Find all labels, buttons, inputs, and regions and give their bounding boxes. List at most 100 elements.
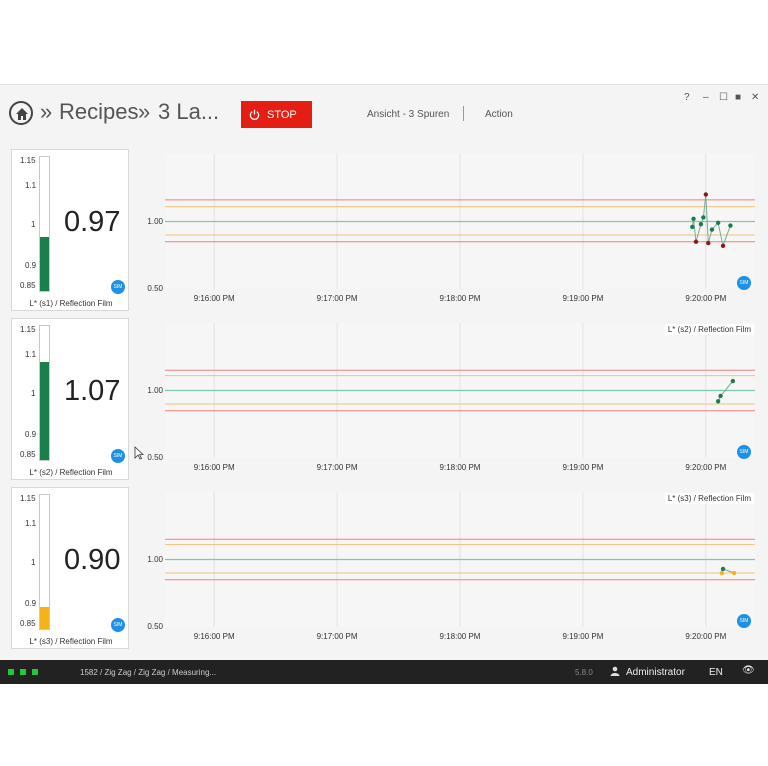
sim-badge[interactable]: SIM bbox=[737, 614, 751, 628]
home-icon[interactable] bbox=[9, 101, 33, 125]
gauge-label: L* (s1) / Reflection Film bbox=[29, 299, 113, 308]
gauge-bar bbox=[39, 156, 50, 292]
gauge-value: 0.90 bbox=[64, 544, 121, 576]
breadcrumb-separator: » bbox=[40, 99, 53, 124]
gauge-tick: 1.15 bbox=[20, 325, 36, 334]
data-point bbox=[731, 570, 737, 576]
sim-badge[interactable]: SIM bbox=[111, 280, 125, 294]
restore-button[interactable]: ■ bbox=[735, 92, 741, 103]
language-selector[interactable]: EN bbox=[709, 667, 723, 678]
user-icon bbox=[610, 666, 620, 678]
trend-chart-s2: 1.00 0.50 9:16:00 PM 9:17:00 PM 9:18:00 PM 9:… bbox=[145, 318, 760, 480]
gauge-tick: 0.85 bbox=[20, 450, 36, 459]
gauge-tick: 1.1 bbox=[25, 181, 37, 190]
breadcrumb-current: 3 La... bbox=[158, 99, 220, 124]
data-point bbox=[728, 223, 733, 228]
y-tick-label: 0.50 bbox=[147, 453, 163, 462]
x-tick-label: 9:20:00 PM bbox=[685, 294, 727, 303]
sim-badge[interactable]: SIM bbox=[111, 449, 125, 463]
data-point bbox=[720, 243, 726, 248]
data-point bbox=[720, 566, 726, 572]
gauge-label: L* (s3) / Reflection Film bbox=[29, 637, 113, 646]
stop-button[interactable]: STOP bbox=[241, 101, 312, 128]
y-tick-label: 0.50 bbox=[147, 284, 163, 293]
gauge-card-s1: 1.15 1.1 1 0.9 0.85 0.97 SIM L* (s1) / Reflecti… bbox=[11, 149, 129, 311]
data-point bbox=[690, 224, 695, 230]
data-point bbox=[701, 215, 706, 220]
data-point bbox=[715, 220, 721, 226]
series-label: L* (s2) / Reflection Film bbox=[664, 324, 754, 335]
x-tick-label: 9:19:00 PM bbox=[562, 632, 604, 641]
gauge-tick: 1.1 bbox=[25, 519, 37, 528]
x-tick-label: 9:18:00 PM bbox=[439, 463, 481, 472]
gauge-tick: 1.1 bbox=[25, 350, 37, 359]
gauge-card-s2: 1.15 1.1 1 0.9 0.85 1.07 SIM L* (s2) / Reflecti… bbox=[11, 318, 129, 480]
gauge-tick: 0.85 bbox=[20, 619, 36, 628]
y-tick-label: 1.00 bbox=[147, 385, 163, 395]
help-button[interactable]: ? bbox=[684, 92, 690, 103]
chart-plot bbox=[165, 492, 755, 627]
gauge-tick: 0.85 bbox=[20, 281, 36, 290]
eye-icon[interactable]: 👁 bbox=[742, 665, 755, 676]
sim-badge[interactable]: SIM bbox=[737, 445, 751, 459]
action-button[interactable]: Action bbox=[485, 109, 513, 120]
x-tick-label: 9:16:00 PM bbox=[193, 463, 235, 472]
gauge-bar bbox=[39, 325, 50, 461]
gauge-bar-fill bbox=[40, 606, 49, 629]
breadcrumb-recipes[interactable]: Recipes bbox=[59, 99, 138, 125]
minimize-button[interactable]: – bbox=[703, 92, 709, 103]
gauge-bar-fill bbox=[40, 361, 49, 460]
mouse-cursor-icon bbox=[134, 446, 145, 465]
trend-chart-s3: 1.00 0.50 9:16:00 PM 9:17:00 PM 9:18:00 PM 9:… bbox=[145, 487, 760, 649]
data-point bbox=[718, 393, 723, 399]
status-bar: 1582 / Zig Zag / Zig Zag / Measuring... … bbox=[0, 660, 768, 684]
header-divider bbox=[463, 106, 464, 121]
gauge-tick: 0.9 bbox=[25, 430, 37, 439]
y-tick-label: 1.00 bbox=[147, 554, 163, 564]
data-point bbox=[715, 399, 721, 404]
data-point bbox=[703, 192, 709, 197]
chart-plot bbox=[165, 154, 755, 289]
close-button[interactable]: ✕ bbox=[751, 92, 759, 103]
gauge-bar-fill bbox=[40, 237, 49, 291]
data-point bbox=[706, 240, 711, 246]
breadcrumb-separator: » bbox=[138, 99, 151, 124]
x-tick-label: 9:20:00 PM bbox=[685, 463, 727, 472]
x-tick-label: 9:20:00 PM bbox=[685, 632, 727, 641]
gauge-value: 1.07 bbox=[64, 375, 121, 407]
data-point bbox=[698, 222, 704, 227]
data-point bbox=[691, 216, 696, 221]
x-tick-label: 9:18:00 PM bbox=[439, 632, 481, 641]
gauge-tick: 1.15 bbox=[20, 156, 36, 165]
power-icon bbox=[249, 109, 260, 120]
trend-chart-s1: 1.00 0.50 9:16:00 PM 9:17:00 PM 9:18:00 PM 9:… bbox=[145, 149, 760, 311]
gauge-tick: 0.9 bbox=[25, 599, 37, 608]
x-tick-label: 9:19:00 PM bbox=[562, 294, 604, 303]
gauge-tick: 0.9 bbox=[25, 261, 37, 270]
version-label: 5.8.0 bbox=[575, 668, 593, 677]
chart-plot bbox=[165, 323, 755, 458]
x-tick-label: 9:17:00 PM bbox=[316, 294, 358, 303]
data-point bbox=[709, 227, 715, 232]
gauge-card-s3: 1.15 1.1 1 0.9 0.85 0.90 SIM L* (s3) / Reflecti… bbox=[11, 487, 129, 649]
gauge-label: L* (s2) / Reflection Film bbox=[29, 468, 113, 477]
status-path: 1582 / Zig Zag / Zig Zag / Measuring... bbox=[80, 668, 217, 677]
maximize-button[interactable]: ☐ bbox=[719, 92, 728, 103]
x-tick-label: 9:18:00 PM bbox=[439, 294, 481, 303]
data-point bbox=[693, 239, 699, 244]
sim-badge[interactable]: SIM bbox=[737, 276, 751, 290]
gauge-value: 0.97 bbox=[64, 206, 121, 238]
sim-badge[interactable]: SIM bbox=[111, 618, 125, 632]
data-point bbox=[719, 570, 725, 576]
status-led bbox=[32, 669, 38, 675]
status-led bbox=[8, 669, 14, 675]
gauge-tick: 1 bbox=[31, 558, 36, 567]
x-tick-label: 9:19:00 PM bbox=[562, 463, 604, 472]
view-button[interactable]: Ansicht - 3 Spuren bbox=[367, 109, 449, 120]
x-tick-label: 9:17:00 PM bbox=[316, 463, 358, 472]
user-name[interactable]: Administrator bbox=[626, 667, 685, 678]
gauge-bar bbox=[39, 494, 50, 630]
gauge-tick: 1 bbox=[31, 389, 36, 398]
y-tick-label: 1.00 bbox=[147, 216, 163, 226]
gauge-tick: 1.15 bbox=[20, 494, 36, 503]
